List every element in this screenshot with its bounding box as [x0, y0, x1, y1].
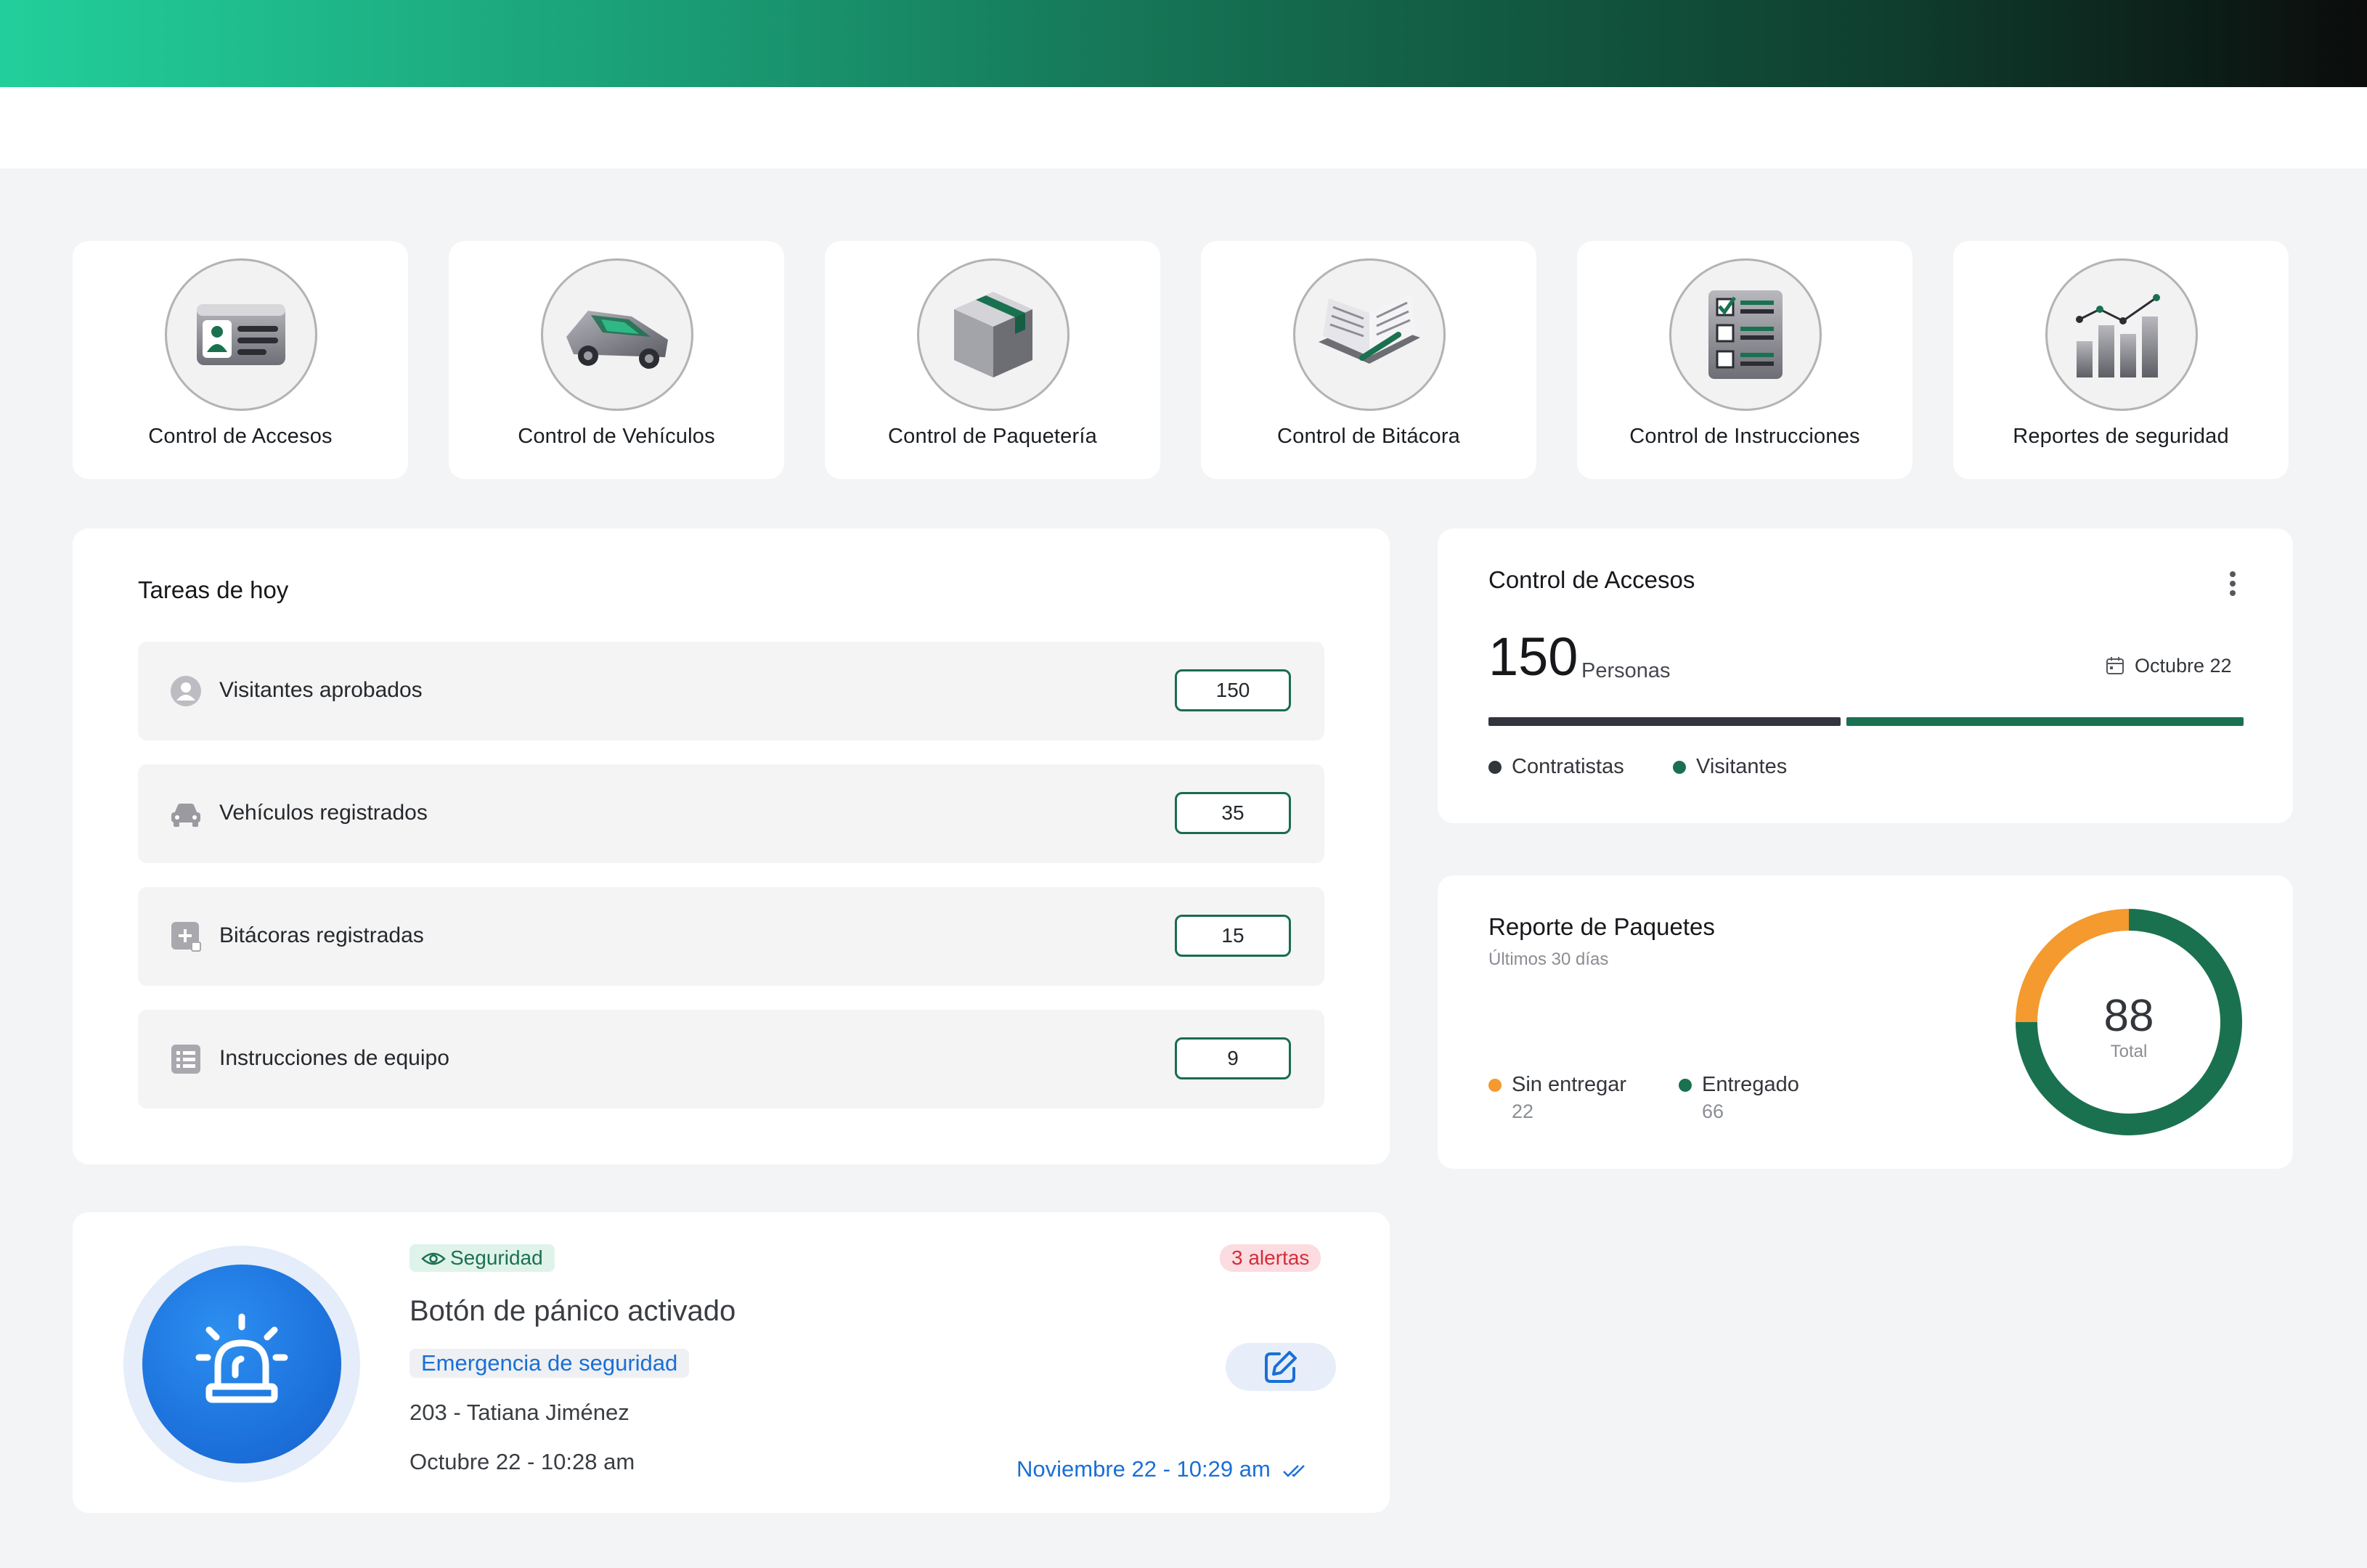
add-note-icon [171, 922, 201, 952]
module-tile-vehiculos[interactable]: Control de Vehículos [449, 241, 784, 479]
legend-dot [1488, 761, 1502, 775]
siren-icon [142, 1265, 341, 1463]
user-icon [171, 676, 201, 706]
legend-value: 66 [1702, 1101, 1724, 1122]
task-label: Vehículos registrados [219, 801, 428, 825]
app-header-bar [0, 0, 2367, 87]
car-icon [541, 258, 693, 411]
package-box-icon [917, 258, 1070, 411]
edit-icon [1265, 1351, 1297, 1383]
legend-label: Contratistas [1512, 755, 1624, 778]
module-label: Control de Instrucciones [1629, 425, 1860, 448]
task-label: Instrucciones de equipo [219, 1046, 449, 1070]
logbook-icon [1293, 258, 1446, 411]
edit-button[interactable] [1226, 1343, 1336, 1391]
alerts-count-badge: 3 alertas [1220, 1244, 1321, 1272]
access-date: Octubre 22 [2135, 655, 2232, 677]
package-report-card: Reporte de Paquetes Últimos 30 días Sin … [1438, 875, 2293, 1169]
legend-label: Visitantes [1696, 755, 1788, 778]
package-subtitle: Últimos 30 días [1488, 950, 1609, 969]
category-label: Seguridad [450, 1246, 543, 1269]
calendar-icon [2106, 657, 2124, 674]
list-icon [171, 1045, 200, 1074]
resolved-time-label: Noviembre 22 - 10:29 am [1017, 1456, 1271, 1482]
task-count-badge: 35 [1175, 792, 1291, 834]
access-title: Control de Accesos [1488, 566, 1695, 593]
legend-visitantes: Visitantes [1673, 755, 1787, 779]
more-vertical-icon[interactable] [2229, 571, 2236, 597]
tasks-card: Tareas de hoy Visitantes aprobados 150 V… [73, 528, 1390, 1164]
module-tile-paqueteria[interactable]: Control de Paquetería [825, 241, 1160, 479]
category-badge: Seguridad [410, 1244, 555, 1272]
donut-total: 88 [2104, 991, 2154, 1041]
visitors-bar-segment [1846, 717, 2244, 726]
task-row-instrucciones[interactable]: Instrucciones de equipo 9 [138, 1010, 1324, 1108]
module-tile-bitacora[interactable]: Control de Bitácora [1201, 241, 1536, 479]
donut-total-label: Total [2111, 1042, 2148, 1061]
toolbar-area [0, 87, 2367, 168]
legend-contratistas: Contratistas [1488, 755, 1624, 779]
double-check-icon [1283, 1465, 1305, 1477]
package-donut-chart: 88 Total [2016, 909, 2242, 1135]
task-row-visitantes[interactable]: Visitantes aprobados 150 [138, 642, 1324, 740]
legend-sin-entregar: Sin entregar [1488, 1073, 1626, 1097]
access-unit: Personas [1581, 659, 1671, 682]
access-control-card: Control de Accesos 150 Personas Octubre … [1438, 528, 2293, 823]
legend-dot [1673, 761, 1686, 775]
legend-label: Entregado [1702, 1073, 1799, 1096]
task-row-vehiculos[interactable]: Vehículos registrados 35 [138, 764, 1324, 863]
alert-resolved-time: Noviembre 22 - 10:29 am [1017, 1456, 1308, 1482]
module-label: Reportes de seguridad [2013, 425, 2229, 448]
legend-dot [1488, 1079, 1502, 1093]
module-label: Control de Accesos [148, 425, 333, 448]
task-count-badge: 9 [1175, 1037, 1291, 1079]
legend-label: Sin entregar [1512, 1073, 1626, 1096]
module-tile-reportes[interactable]: Reportes de seguridad [1953, 241, 2289, 479]
access-split-bar [1488, 717, 2244, 726]
id-card-icon [165, 258, 317, 411]
checklist-icon [1669, 258, 1822, 411]
alert-title: Botón de pánico activado [410, 1295, 736, 1327]
module-label: Control de Paquetería [888, 425, 1097, 448]
module-tile-accesos[interactable]: Control de Accesos [73, 241, 408, 479]
task-count-badge: 15 [1175, 915, 1291, 957]
alert-created-time: Octubre 22 - 10:28 am [410, 1449, 635, 1474]
task-count-badge: 150 [1175, 669, 1291, 711]
task-label: Bitácoras registradas [219, 923, 424, 947]
tasks-title: Tareas de hoy [138, 576, 289, 603]
car-icon [171, 804, 200, 827]
legend-value: 22 [1512, 1101, 1534, 1122]
module-label: Control de Bitácora [1276, 425, 1461, 448]
alert-resident: 203 - Tatiana Jiménez [410, 1400, 630, 1425]
contractors-bar-segment [1488, 717, 1841, 726]
module-tile-instrucciones[interactable]: Control de Instrucciones [1577, 241, 1912, 479]
access-count: 150 [1488, 626, 1578, 687]
module-label: Control de Vehículos [518, 425, 715, 448]
task-label: Visitantes aprobados [219, 678, 423, 702]
legend-dot [1679, 1079, 1692, 1093]
task-row-bitacoras[interactable]: Bitácoras registradas 15 [138, 887, 1324, 986]
panic-alert-card[interactable]: Seguridad 3 alertas Botón de pánico acti… [73, 1212, 1390, 1513]
eye-icon [421, 1252, 446, 1265]
legend-entregado: Entregado [1679, 1073, 1799, 1097]
bar-chart-icon [2045, 258, 2198, 411]
package-title: Reporte de Paquetes [1488, 913, 1715, 940]
alert-type-badge: Emergencia de seguridad [410, 1349, 690, 1378]
